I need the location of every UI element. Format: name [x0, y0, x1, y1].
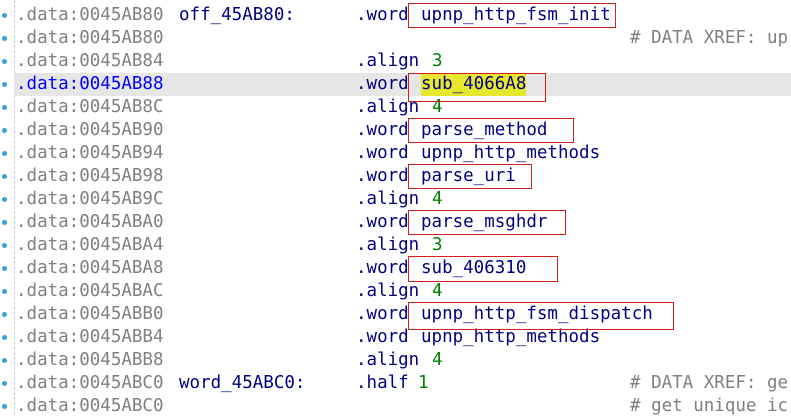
gutter-marker: [2, 151, 7, 156]
line-comment: # DATA XREF: ge: [630, 373, 789, 393]
gutter-marker: [2, 220, 7, 225]
listing-line[interactable]: .data:0045AB88 .word sub_4066A8: [14, 73, 791, 96]
annotation-box: [408, 302, 674, 330]
line-address[interactable]: .data:0045AB98: [16, 165, 164, 188]
line-mnemonic: .word: [356, 304, 409, 324]
gutter-marker: [2, 105, 7, 110]
line-address[interactable]: .data:0045ABA0: [16, 211, 164, 234]
line-address[interactable]: .data:0045ABB0: [16, 303, 164, 326]
gutter-marker: [2, 82, 7, 87]
gutter-marker: [2, 358, 7, 363]
line-address[interactable]: .data:0045ABB4: [16, 326, 164, 349]
operand-number: 4: [432, 281, 443, 301]
gutter-marker: [2, 404, 7, 409]
line-comment: # DATA XREF: up: [630, 28, 789, 48]
line-address[interactable]: .data:0045AB90: [16, 119, 164, 142]
line-label[interactable]: word_45ABC0:: [179, 372, 305, 395]
line-mnemonic: .word: [356, 212, 409, 232]
gutter-marker: [2, 243, 7, 248]
gutter-marker: [2, 36, 7, 41]
listing-line[interactable]: .data:0045ABB4 .word upnp_http_methods: [14, 326, 791, 349]
line-mnemonic: .word: [356, 166, 409, 186]
annotation-box: [408, 118, 574, 143]
listing-line[interactable]: .data:0045AB80 # DATA XREF: up: [14, 27, 791, 50]
listing-line[interactable]: .data:0045AB94 .word upnp_http_methods: [14, 142, 791, 165]
listing-line[interactable]: .data:0045ABA0 .word parse_msghdr: [14, 211, 791, 234]
listing-line[interactable]: .data:0045AB84 .align 3: [14, 50, 791, 73]
operand-number: 1: [418, 373, 429, 393]
line-label[interactable]: off_45AB80:: [179, 4, 295, 27]
line-address[interactable]: .data:0045AB80: [16, 4, 164, 27]
gutter-marker: [2, 381, 7, 386]
line-mnemonic: .align: [356, 51, 420, 71]
listing-line[interactable]: .data:0045ABA8 .word sub_406310: [14, 257, 791, 280]
line-address[interactable]: .data:0045AB94: [16, 142, 164, 165]
line-mnemonic: .word: [356, 258, 409, 278]
operand-number: 3: [432, 51, 443, 71]
line-address[interactable]: .data:0045ABAC: [16, 280, 164, 303]
gutter: [0, 0, 15, 415]
line-mnemonic: .word: [356, 327, 409, 347]
operand-number: 4: [432, 350, 443, 370]
listing-line[interactable]: .data:0045ABAC .align 4: [14, 280, 791, 303]
listing-line[interactable]: .data:0045ABC0 word_45ABC0: .half 1 # DATA X…: [14, 372, 791, 395]
line-address[interactable]: .data:0045AB88: [16, 73, 164, 96]
annotation-box: [408, 164, 532, 189]
annotation-box: [408, 73, 546, 102]
line-address[interactable]: .data:0045AB84: [16, 50, 164, 73]
operand-number: 3: [432, 235, 443, 255]
line-mnemonic: .align: [356, 350, 420, 370]
line-address[interactable]: .data:0045AB80: [16, 27, 164, 50]
line-address[interactable]: .data:0045ABC0: [16, 372, 164, 395]
annotation-box: [408, 256, 558, 282]
annotation-box: [408, 210, 566, 235]
listing-line[interactable]: .data:0045AB80 off_45AB80: .word upnp_http_…: [14, 4, 791, 27]
listing-line[interactable]: .data:0045ABB0 .word upnp_http_fsm_dispatc…: [14, 303, 791, 326]
line-mnemonic: .word: [356, 120, 409, 140]
listing-line[interactable]: .data:0045AB8C .align 4: [14, 96, 791, 119]
gutter-marker: [2, 266, 7, 271]
annotation-box: [408, 3, 616, 28]
listing-line[interactable]: .data:0045ABA4 .align 3: [14, 234, 791, 257]
line-mnemonic: .align: [356, 235, 420, 255]
line-mnemonic: .half: [356, 373, 409, 393]
gutter-marker: [2, 289, 7, 294]
line-mnemonic: .align: [356, 189, 420, 209]
line-address[interactable]: .data:0045ABA4: [16, 234, 164, 257]
gutter-marker: [2, 13, 7, 18]
gutter-marker: [2, 312, 7, 317]
line-mnemonic: .word: [356, 74, 409, 94]
line-address[interactable]: .data:0045ABB8: [16, 349, 164, 372]
listing-line[interactable]: .data:0045AB9C .align 4: [14, 188, 791, 211]
operand-number: 4: [432, 189, 443, 209]
gutter-marker: [2, 197, 7, 202]
listing-line[interactable]: .data:0045ABB8 .align 4: [14, 349, 791, 372]
line-address[interactable]: .data:0045AB9C: [16, 188, 164, 211]
listing-line[interactable]: .data:0045AB90 .word parse_method: [14, 119, 791, 142]
gutter-marker: [2, 174, 7, 179]
line-mnemonic: .word: [356, 143, 409, 163]
line-mnemonic: .word: [356, 5, 409, 25]
line-address[interactable]: .data:0045ABA8: [16, 257, 164, 280]
listing-line[interactable]: .data:0045AB98 .word parse_uri: [14, 165, 791, 188]
gutter-marker: [2, 59, 7, 64]
gutter-marker: [2, 335, 7, 340]
operand-name[interactable]: upnp_http_methods: [421, 142, 600, 165]
line-address[interactable]: .data:0045AB8C: [16, 96, 164, 119]
gutter-marker: [2, 128, 7, 133]
line-mnemonic: .align: [356, 281, 420, 301]
